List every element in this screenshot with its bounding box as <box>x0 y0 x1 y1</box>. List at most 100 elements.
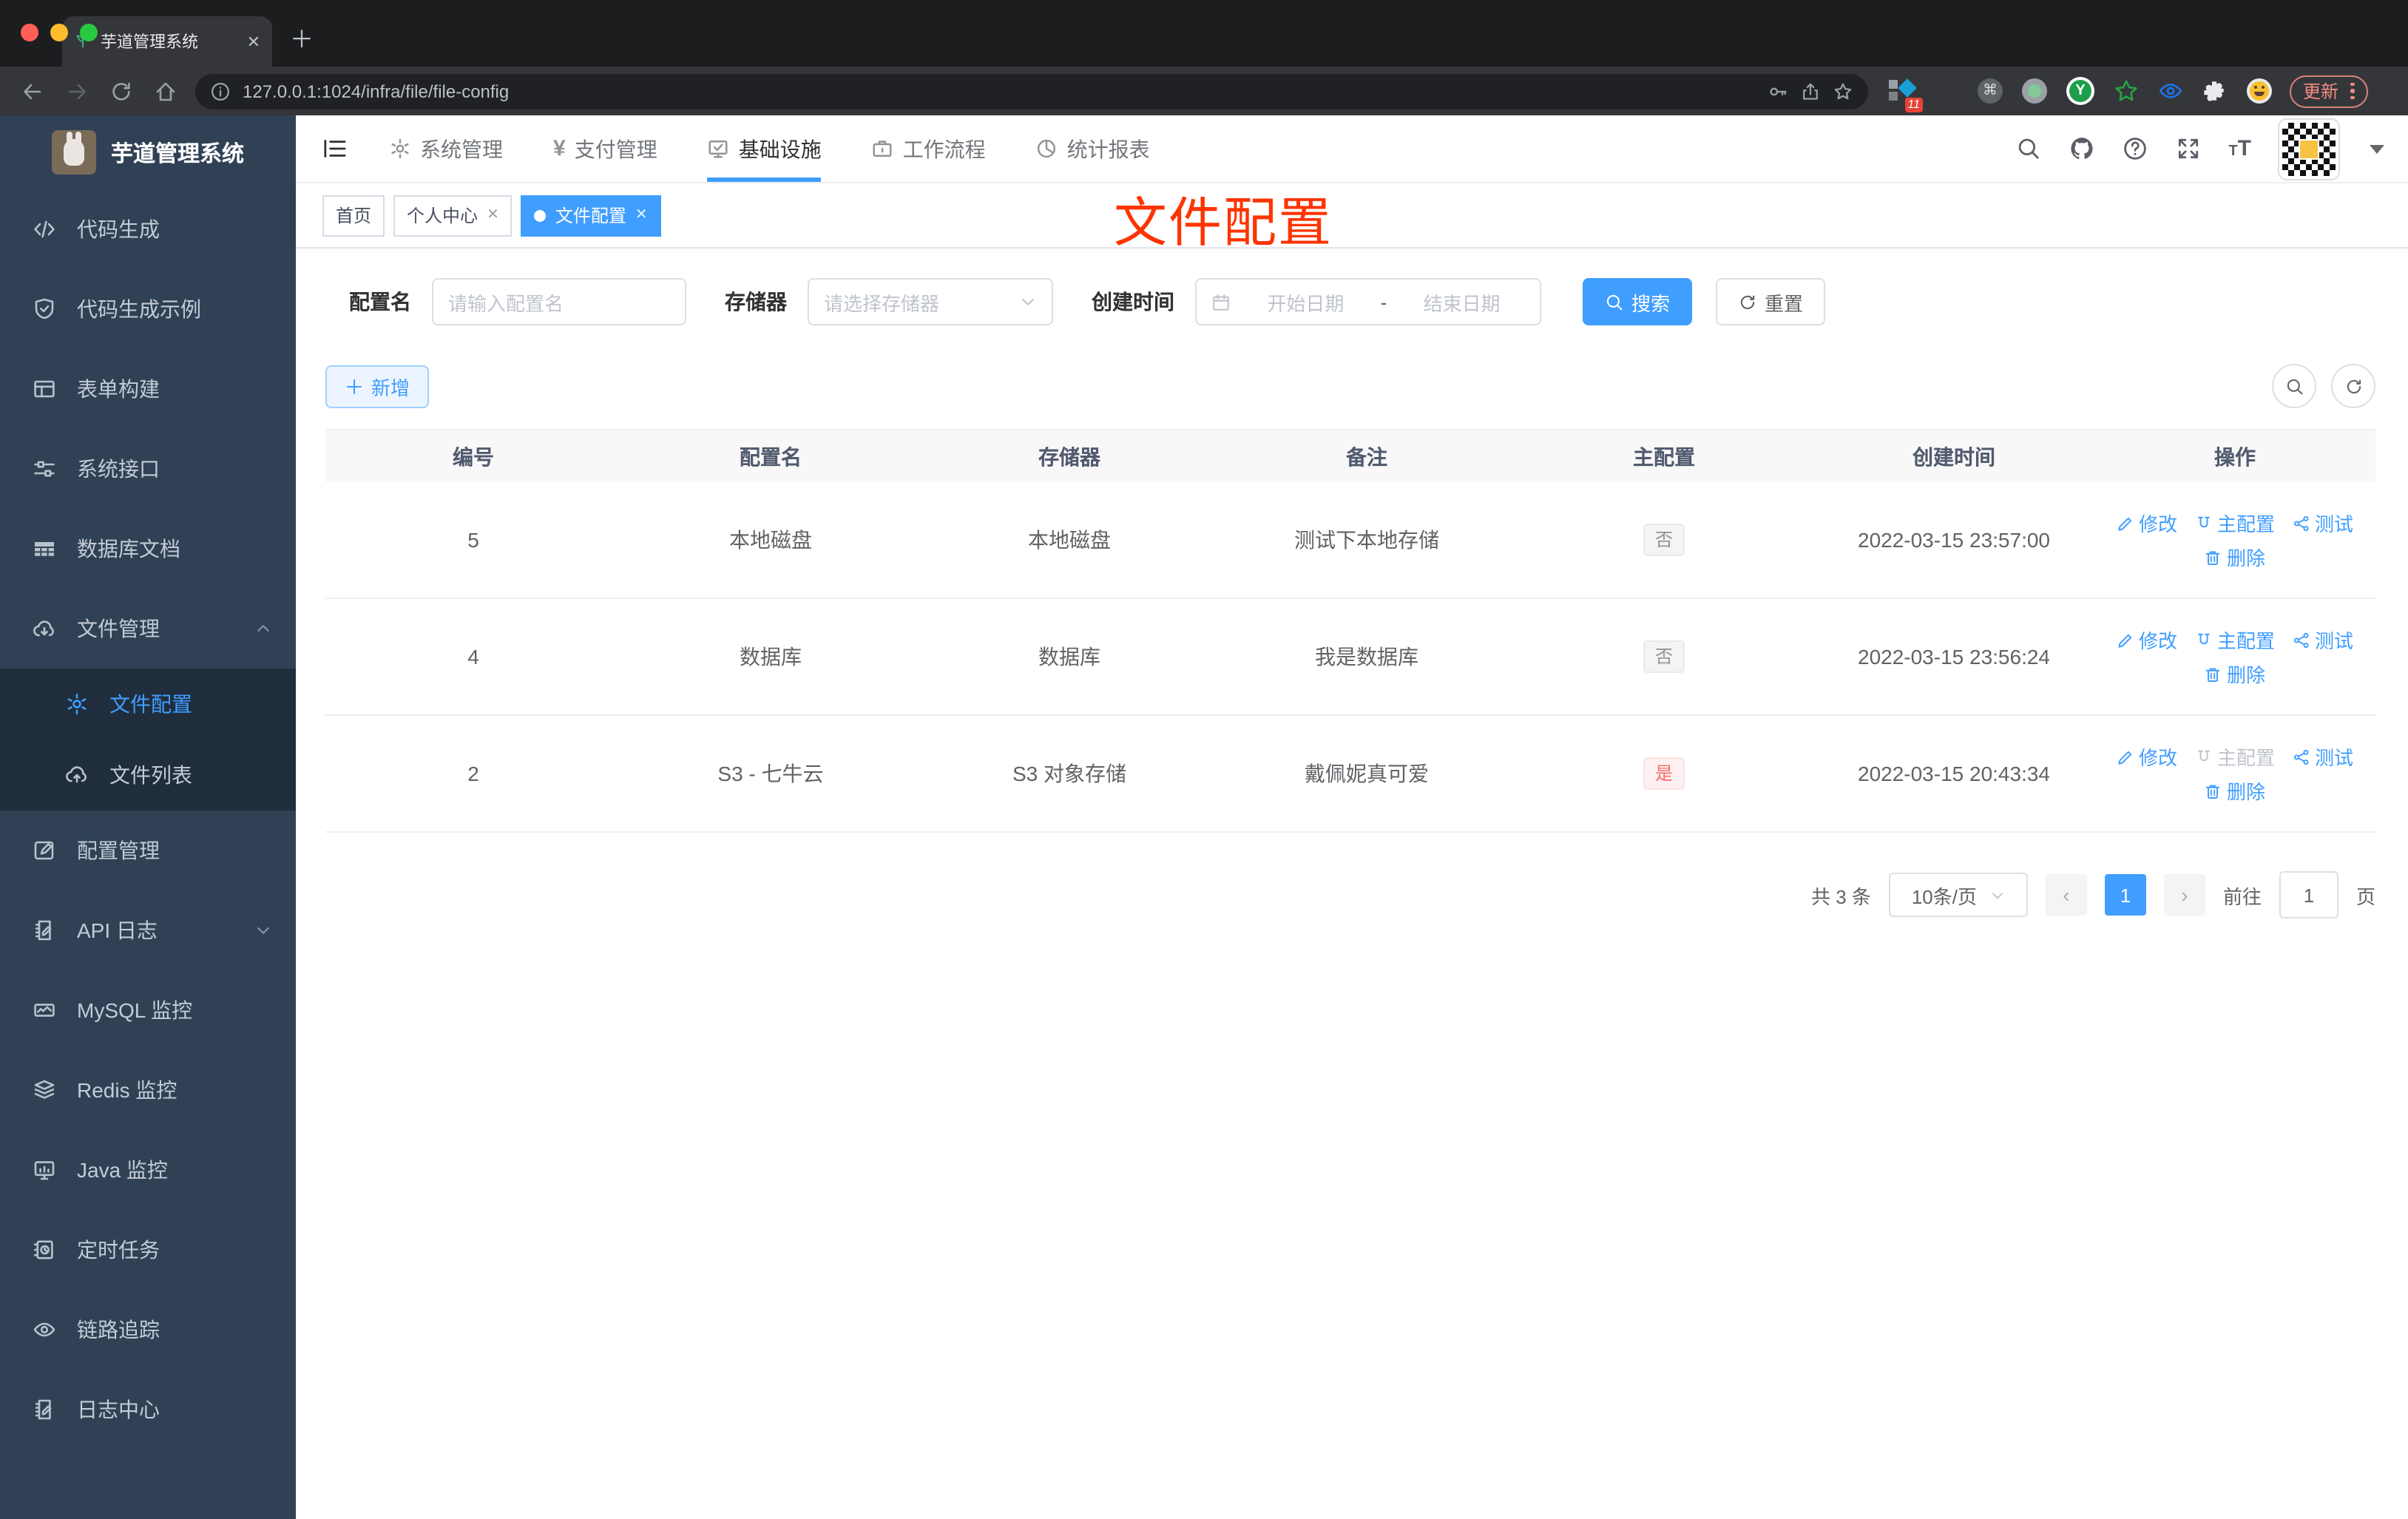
goto-page-input[interactable] <box>2279 871 2338 918</box>
set-primary-link[interactable]: 主配置 <box>2195 509 2275 537</box>
ext-star-icon[interactable] <box>2114 78 2139 104</box>
date-range-picker[interactable]: 开始日期 - 结束日期 <box>1195 278 1541 325</box>
refresh-table-button[interactable] <box>2331 364 2375 408</box>
home-icon[interactable] <box>154 79 177 103</box>
edit-link[interactable]: 修改 <box>2117 509 2177 537</box>
browser-menu-icon[interactable] <box>2350 82 2355 100</box>
reload-icon[interactable] <box>109 79 133 103</box>
sidebar-item-config-mgmt[interactable]: 配置管理 <box>0 811 296 890</box>
edit-link[interactable]: 修改 <box>2117 742 2177 771</box>
site-info-icon[interactable] <box>210 81 231 101</box>
avatar[interactable] <box>2278 118 2340 180</box>
toggle-search-button[interactable] <box>2272 364 2316 408</box>
test-link[interactable]: 测试 <box>2293 742 2353 771</box>
caret-down-icon[interactable] <box>2370 144 2384 153</box>
briefcase-icon <box>873 141 893 157</box>
new-tab-button[interactable]: ＋ <box>290 19 314 55</box>
tab-profile[interactable]: 个人中心 ✕ <box>393 194 513 236</box>
test-link[interactable]: 测试 <box>2293 626 2353 654</box>
ext-dashboard-icon[interactable]: 11 <box>1889 78 1923 112</box>
collapse-sidebar-icon[interactable] <box>322 136 348 161</box>
set-primary-link[interactable]: 主配置 <box>2195 626 2275 654</box>
help-icon[interactable] <box>2122 136 2147 161</box>
close-tab-icon[interactable]: ✕ <box>247 32 260 51</box>
prev-page-button[interactable]: ‹ <box>2045 874 2087 916</box>
tab-file-config[interactable]: 文件配置 ✕ <box>521 194 661 236</box>
cell-remark: 我是数据库 <box>1315 645 1418 669</box>
sidebar-item-mysql-monitor[interactable]: MySQL 监控 <box>0 970 296 1050</box>
sidebar-item-file-list[interactable]: 文件列表 <box>0 740 296 811</box>
page-size-select[interactable]: 10条/页 <box>1888 873 2028 917</box>
url-text[interactable]: 127.0.0.1:1024/infra/file/file-config <box>243 81 1756 101</box>
github-icon[interactable] <box>2069 136 2094 161</box>
sidebar-item-system-api[interactable]: 系统接口 <box>0 429 296 509</box>
close-tab-icon[interactable]: ✕ <box>487 207 499 223</box>
sliders-icon <box>34 461 55 477</box>
sidebar-item-db-doc[interactable]: 数据库文档 <box>0 509 296 589</box>
test-link[interactable]: 测试 <box>2293 509 2353 537</box>
sidebar-item-file-mgmt[interactable]: 文件管理 <box>0 589 296 669</box>
sidebar-item-java-monitor[interactable]: Java 监控 <box>0 1130 296 1210</box>
delete-link[interactable]: 删除 <box>2205 543 2265 571</box>
address-bar[interactable]: 127.0.0.1:1024/infra/file/file-config <box>195 73 1868 109</box>
plus-icon <box>347 379 362 393</box>
close-tab-icon[interactable]: ✕ <box>635 207 648 223</box>
add-button[interactable]: 新增 <box>325 365 430 407</box>
bookmark-star-icon[interactable] <box>1833 81 1853 101</box>
delete-link[interactable]: 删除 <box>2205 660 2265 688</box>
minimize-window-button[interactable] <box>50 24 68 41</box>
nav-item-system[interactable]: 系统管理 <box>389 115 503 182</box>
browser-update-button[interactable]: 更新 <box>2290 75 2368 107</box>
main-area: 系统管理 ¥ 支付管理 基础设施 工作流程 统计报表 TT 首页 个人中心 ✕ … <box>296 115 2408 1519</box>
sidebar-item-code-gen[interactable]: 代码生成 <box>0 189 296 269</box>
forward-icon[interactable] <box>65 79 89 103</box>
ext-emoji-icon[interactable] <box>2247 78 2272 104</box>
storage-filter-select[interactable]: 请选择存储器 <box>808 278 1053 325</box>
yen-icon: ¥ <box>553 136 566 161</box>
delete-link[interactable]: 删除 <box>2205 777 2265 805</box>
edit-link[interactable]: 修改 <box>2117 626 2177 654</box>
share-icon[interactable] <box>1800 81 1821 101</box>
sidebar-item-form-builder[interactable]: 表单构建 <box>0 349 296 429</box>
search-button[interactable]: 搜索 <box>1583 278 1693 325</box>
sidebar-item-file-config[interactable]: 文件配置 <box>0 669 296 740</box>
ext-balloon-icon[interactable] <box>1933 78 1958 104</box>
magnet-icon <box>2198 749 2210 761</box>
back-icon[interactable] <box>21 79 44 103</box>
sidebar-item-log-center[interactable]: 日志中心 <box>0 1370 296 1449</box>
end-date-placeholder[interactable]: 结束日期 <box>1399 288 1525 316</box>
name-filter-input[interactable]: 请输入配置名 <box>432 278 686 325</box>
eye-icon <box>33 1322 55 1337</box>
nav-item-payment[interactable]: ¥ 支付管理 <box>553 115 657 182</box>
fullscreen-icon[interactable] <box>2175 136 2200 161</box>
set-primary-link-disabled[interactable]: 主配置 <box>2195 742 2275 771</box>
sidebar-item-code-demo[interactable]: 代码生成示例 <box>0 269 296 349</box>
cloud-download-icon <box>33 620 54 637</box>
reset-button[interactable]: 重置 <box>1716 278 1826 325</box>
ext-y-icon[interactable]: Y <box>2066 77 2094 105</box>
sidebar-item-redis-monitor[interactable]: Redis 监控 <box>0 1050 296 1130</box>
start-date-placeholder[interactable]: 开始日期 <box>1242 288 1369 316</box>
ext-recorder-icon[interactable] <box>2022 78 2047 104</box>
cell-name: 本地磁盘 <box>729 528 812 552</box>
ext-command-icon[interactable]: ⌘ <box>1978 78 2003 104</box>
tab-home[interactable]: 首页 <box>322 194 385 236</box>
nav-item-infrastructure[interactable]: 基础设施 <box>707 115 822 182</box>
table-toolbar: 新增 <box>325 364 2375 408</box>
sidebar-item-api-log[interactable]: API 日志 <box>0 890 296 970</box>
password-key-icon[interactable] <box>1768 81 1788 101</box>
close-window-button[interactable] <box>21 24 38 41</box>
page-number-button[interactable]: 1 <box>2104 874 2146 916</box>
sidebar-item-tracing[interactable]: 链路追踪 <box>0 1290 296 1370</box>
sidebar-item-scheduled-jobs[interactable]: 定时任务 <box>0 1210 296 1290</box>
search-icon[interactable] <box>2015 136 2040 161</box>
nav-item-workflow[interactable]: 工作流程 <box>872 115 986 182</box>
maximize-window-button[interactable] <box>80 24 98 41</box>
next-page-button[interactable]: › <box>2163 874 2205 916</box>
window-controls[interactable] <box>21 24 98 41</box>
font-size-icon[interactable]: TT <box>2228 136 2251 161</box>
extensions-puzzle-icon[interactable] <box>2202 78 2228 104</box>
ext-eye-icon[interactable] <box>2158 78 2183 104</box>
nav-item-statistics[interactable]: 统计报表 <box>1036 115 1150 182</box>
sidebar-logo[interactable]: 芋道管理系统 <box>0 115 296 189</box>
